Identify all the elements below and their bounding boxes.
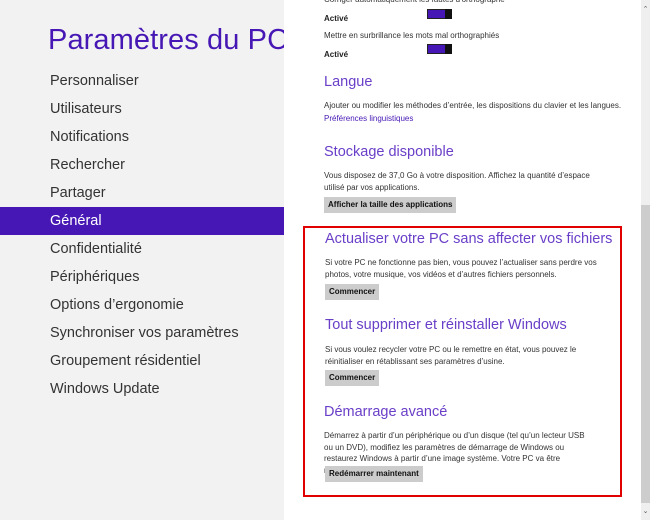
sidebar-item-rechercher[interactable]: Rechercher xyxy=(0,151,284,179)
toggle-thumb xyxy=(445,9,452,19)
reset-start-button[interactable]: Commencer xyxy=(325,370,380,386)
reset-button-row: Commencer xyxy=(325,367,380,386)
storage-description: Vous disposez de 37,0 Go à votre disposi… xyxy=(324,171,590,192)
sidebar-item-notifications[interactable]: Notifications xyxy=(0,123,284,151)
scroll-down-arrow-icon[interactable]: ⌄ xyxy=(641,508,650,516)
sidebar-item-partager[interactable]: Partager xyxy=(0,179,284,207)
highlight-misspelled-state: Activé xyxy=(324,50,349,59)
sidebar-item-personnaliser[interactable]: Personnaliser xyxy=(0,67,284,95)
scroll-up-arrow-icon[interactable]: ⌃ xyxy=(641,6,650,14)
highlight-misspelled-toggle[interactable] xyxy=(427,44,452,54)
autocorrect-state: Activé xyxy=(324,14,349,23)
page-title: Paramètres du PC xyxy=(48,24,289,56)
language-description: Ajouter ou modifier les méthodes d’entré… xyxy=(324,101,622,110)
autocorrect-toggle[interactable] xyxy=(427,9,452,19)
autocorrect-setting: Activé xyxy=(324,8,464,23)
storage-title: Stockage disponible xyxy=(324,144,454,160)
highlight-misspelled-setting: Activé xyxy=(324,44,464,59)
toggle-thumb xyxy=(445,44,452,54)
pc-settings-window: Paramètres du PC Personnaliser Utilisate… xyxy=(0,0,650,520)
reset-pc-description: Si vous voulez recycler votre PC ou le r… xyxy=(325,345,577,366)
advanced-startup-button-row: Redémarrer maintenant xyxy=(325,463,423,482)
sidebar-item-windows-update[interactable]: Windows Update xyxy=(0,375,284,403)
highlight-misspelled-label: Mettre en surbrillance les mots mal orth… xyxy=(324,31,500,40)
show-app-sizes-button[interactable]: Afficher la taille des applications xyxy=(324,197,457,213)
autocorrect-label: Corriger automatiquement les fautes d'or… xyxy=(324,0,505,6)
sidebar-item-confidentialite[interactable]: Confidentialité xyxy=(0,235,284,263)
reset-pc-title: Tout supprimer et réinstaller Windows xyxy=(325,317,567,333)
refresh-start-button[interactable]: Commencer xyxy=(325,284,380,300)
language-preferences-link[interactable]: Préférences linguistiques xyxy=(324,114,413,123)
advanced-startup-title: Démarrage avancé xyxy=(324,404,448,420)
sidebar: Paramètres du PC Personnaliser Utilisate… xyxy=(0,0,288,520)
sidebar-item-groupement[interactable]: Groupement résidentiel xyxy=(0,347,284,375)
content-pane: Corriger automatiquement les fautes d'or… xyxy=(284,0,641,520)
sidebar-item-synchroniser[interactable]: Synchroniser vos paramètres xyxy=(0,319,284,347)
restart-now-button[interactable]: Redémarrer maintenant xyxy=(325,466,423,482)
sidebar-item-general[interactable]: Général xyxy=(0,207,284,235)
refresh-pc-description: Si votre PC ne fonctionne pas bien, vous… xyxy=(325,258,597,279)
scrollbar-thumb[interactable] xyxy=(641,205,650,503)
refresh-button-row: Commencer xyxy=(325,281,380,300)
sidebar-item-ergonomie[interactable]: Options d’ergonomie xyxy=(0,291,284,319)
storage-button-row: Afficher la taille des applications xyxy=(324,194,457,213)
language-title: Langue xyxy=(324,74,373,90)
vertical-scrollbar[interactable]: ⌃ ⌄ xyxy=(641,0,650,520)
sidebar-item-peripheriques[interactable]: Périphériques xyxy=(0,263,284,291)
sidebar-nav: Personnaliser Utilisateurs Notifications… xyxy=(0,67,284,403)
refresh-pc-title: Actualiser votre PC sans affecter vos fi… xyxy=(325,231,613,247)
sidebar-item-utilisateurs[interactable]: Utilisateurs xyxy=(0,95,284,123)
